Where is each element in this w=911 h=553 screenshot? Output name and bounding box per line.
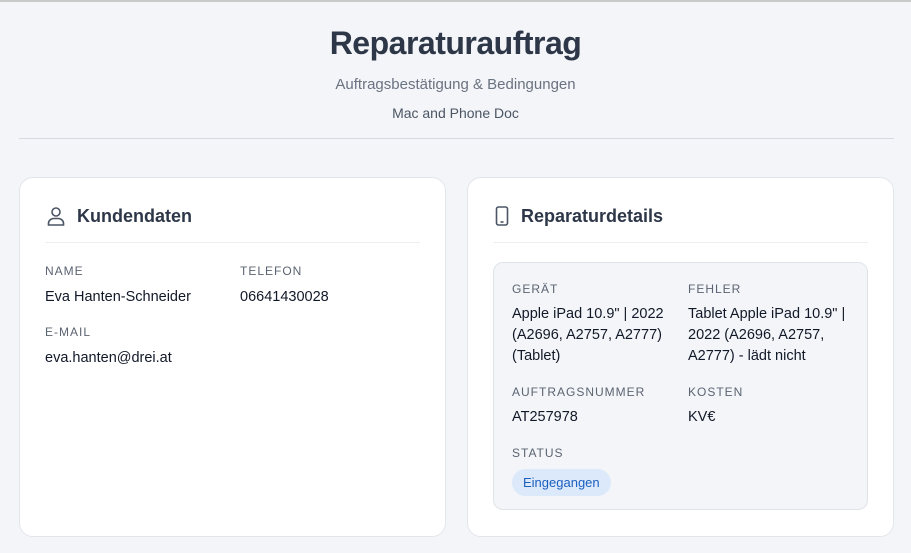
phone-value: 06641430028 <box>240 289 329 305</box>
customer-phone-field: TELEFON 06641430028 <box>240 264 420 308</box>
user-icon <box>47 206 65 226</box>
customer-card-header: Kundendaten <box>45 178 420 243</box>
repair-fields: GERÄT Apple iPad 10.9" | 2022 (A2696, A2… <box>512 282 849 496</box>
phone-icon <box>495 206 509 226</box>
email-label: E-MAIL <box>45 325 92 339</box>
customer-email-field: E-MAIL eva.hanten@drei.at <box>45 325 240 369</box>
repair-card-title: Reparaturdetails <box>521 205 664 226</box>
status-label: STATUS <box>512 446 564 460</box>
fault-label: FEHLER <box>688 282 742 296</box>
customer-card-title: Kundendaten <box>77 205 192 226</box>
page-title: Reparaturauftrag <box>329 25 582 61</box>
device-label: GERÄT <box>512 282 559 296</box>
repair-details-box: GERÄT Apple iPad 10.9" | 2022 (A2696, A2… <box>493 262 868 510</box>
customer-name-field: NAME Eva Hanten-Schneider <box>45 264 240 308</box>
page-header: Reparaturauftrag Auftragsbestätigung & B… <box>0 2 911 122</box>
order-number-field: AUFTRAGSNUMMER AT257978 <box>512 385 688 428</box>
customer-card: Kundendaten NAME Eva Hanten-Schneider TE… <box>19 177 446 537</box>
fault-value: Tablet Apple iPad 10.9" | 2022 (A2696, A… <box>688 306 846 364</box>
company-name: Mac and Phone Doc <box>392 105 519 121</box>
status-badge: Eingegangen <box>512 469 611 496</box>
device-value: Apple iPad 10.9" | 2022 (A2696, A2757, A… <box>512 306 664 364</box>
name-value: Eva Hanten-Schneider <box>45 289 191 305</box>
order-number-value: AT257978 <box>512 409 578 425</box>
order-number-label: AUFTRAGSNUMMER <box>512 385 646 399</box>
cost-value: KV€ <box>688 409 716 425</box>
page-subtitle: Auftragsbestätigung & Bedingungen <box>335 76 576 93</box>
repair-card-header: Reparaturdetails <box>493 178 868 243</box>
device-field: GERÄT Apple iPad 10.9" | 2022 (A2696, A2… <box>512 282 688 367</box>
fault-field: FEHLER Tablet Apple iPad 10.9" | 2022 (A… <box>688 282 849 367</box>
email-value: eva.hanten@drei.at <box>45 350 172 366</box>
repair-card: Reparaturdetails GERÄT Apple iPad 10.9" … <box>467 177 894 537</box>
status-field: STATUS Eingegangen <box>512 446 688 496</box>
name-label: NAME <box>45 264 84 278</box>
phone-label: TELEFON <box>240 264 303 278</box>
cost-label: KOSTEN <box>688 385 744 399</box>
customer-fields: NAME Eva Hanten-Schneider TELEFON 066414… <box>45 264 420 369</box>
header-divider <box>19 138 894 139</box>
cost-field: KOSTEN KV€ <box>688 385 849 428</box>
